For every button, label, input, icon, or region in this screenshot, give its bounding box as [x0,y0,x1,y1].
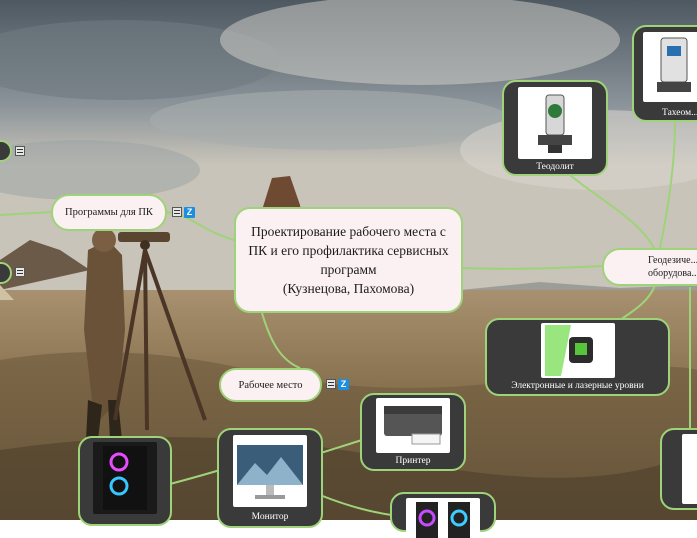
right-bottom-node[interactable] [660,428,697,510]
note-icon[interactable] [15,146,25,156]
printer-node[interactable]: Принтер [360,393,466,471]
theodolite-node[interactable]: Теодолит [502,80,608,176]
speakers-node[interactable] [390,492,496,538]
levels-image [540,323,615,378]
workplace-node[interactable]: Рабочее место [219,368,322,402]
note-icon[interactable] [15,267,25,277]
note-icon[interactable] [172,207,182,217]
right-bottom-image [682,434,697,504]
levels-node[interactable]: Электронные и лазерные уровни [485,318,670,396]
theodolite-image [518,87,592,159]
monitor-caption: Монитор [251,512,289,522]
printer-caption: Принтер [395,456,431,466]
programs-node[interactable]: Программы для ПК [51,194,167,231]
printer-image [376,398,450,453]
levels-caption: Электронные и лазерные уровни [511,381,644,391]
tacheometer-caption: Тахеом... [662,108,697,118]
workplace-node-label: Рабочее место [238,379,303,391]
speakers-image [406,498,480,538]
tacheometer-node[interactable]: Тахеом... [632,25,697,122]
z-link-icon[interactable]: Z [184,207,195,218]
pc-case-node[interactable] [78,436,172,526]
geodetic-node[interactable]: Геодезиче... оборудова... [602,248,697,286]
pc-case-image [93,442,157,514]
monitor-image [233,435,307,507]
tacheometer-image [643,32,697,102]
programs-node-label: Программы для ПК [65,207,153,218]
central-topic-title: Проектирование рабочего места с ПК и его… [248,224,449,277]
central-topic-authors: (Кузнецова, Пахомова) [282,281,415,296]
central-topic[interactable]: Проектирование рабочего места с ПК и его… [234,207,463,313]
monitor-node[interactable]: Монитор [217,428,323,528]
geodetic-node-label: Геодезиче... оборудова... [648,255,697,279]
note-icon[interactable] [326,379,336,389]
z-link-icon[interactable]: Z [338,379,349,390]
theodolite-caption: Теодолит [536,162,574,172]
